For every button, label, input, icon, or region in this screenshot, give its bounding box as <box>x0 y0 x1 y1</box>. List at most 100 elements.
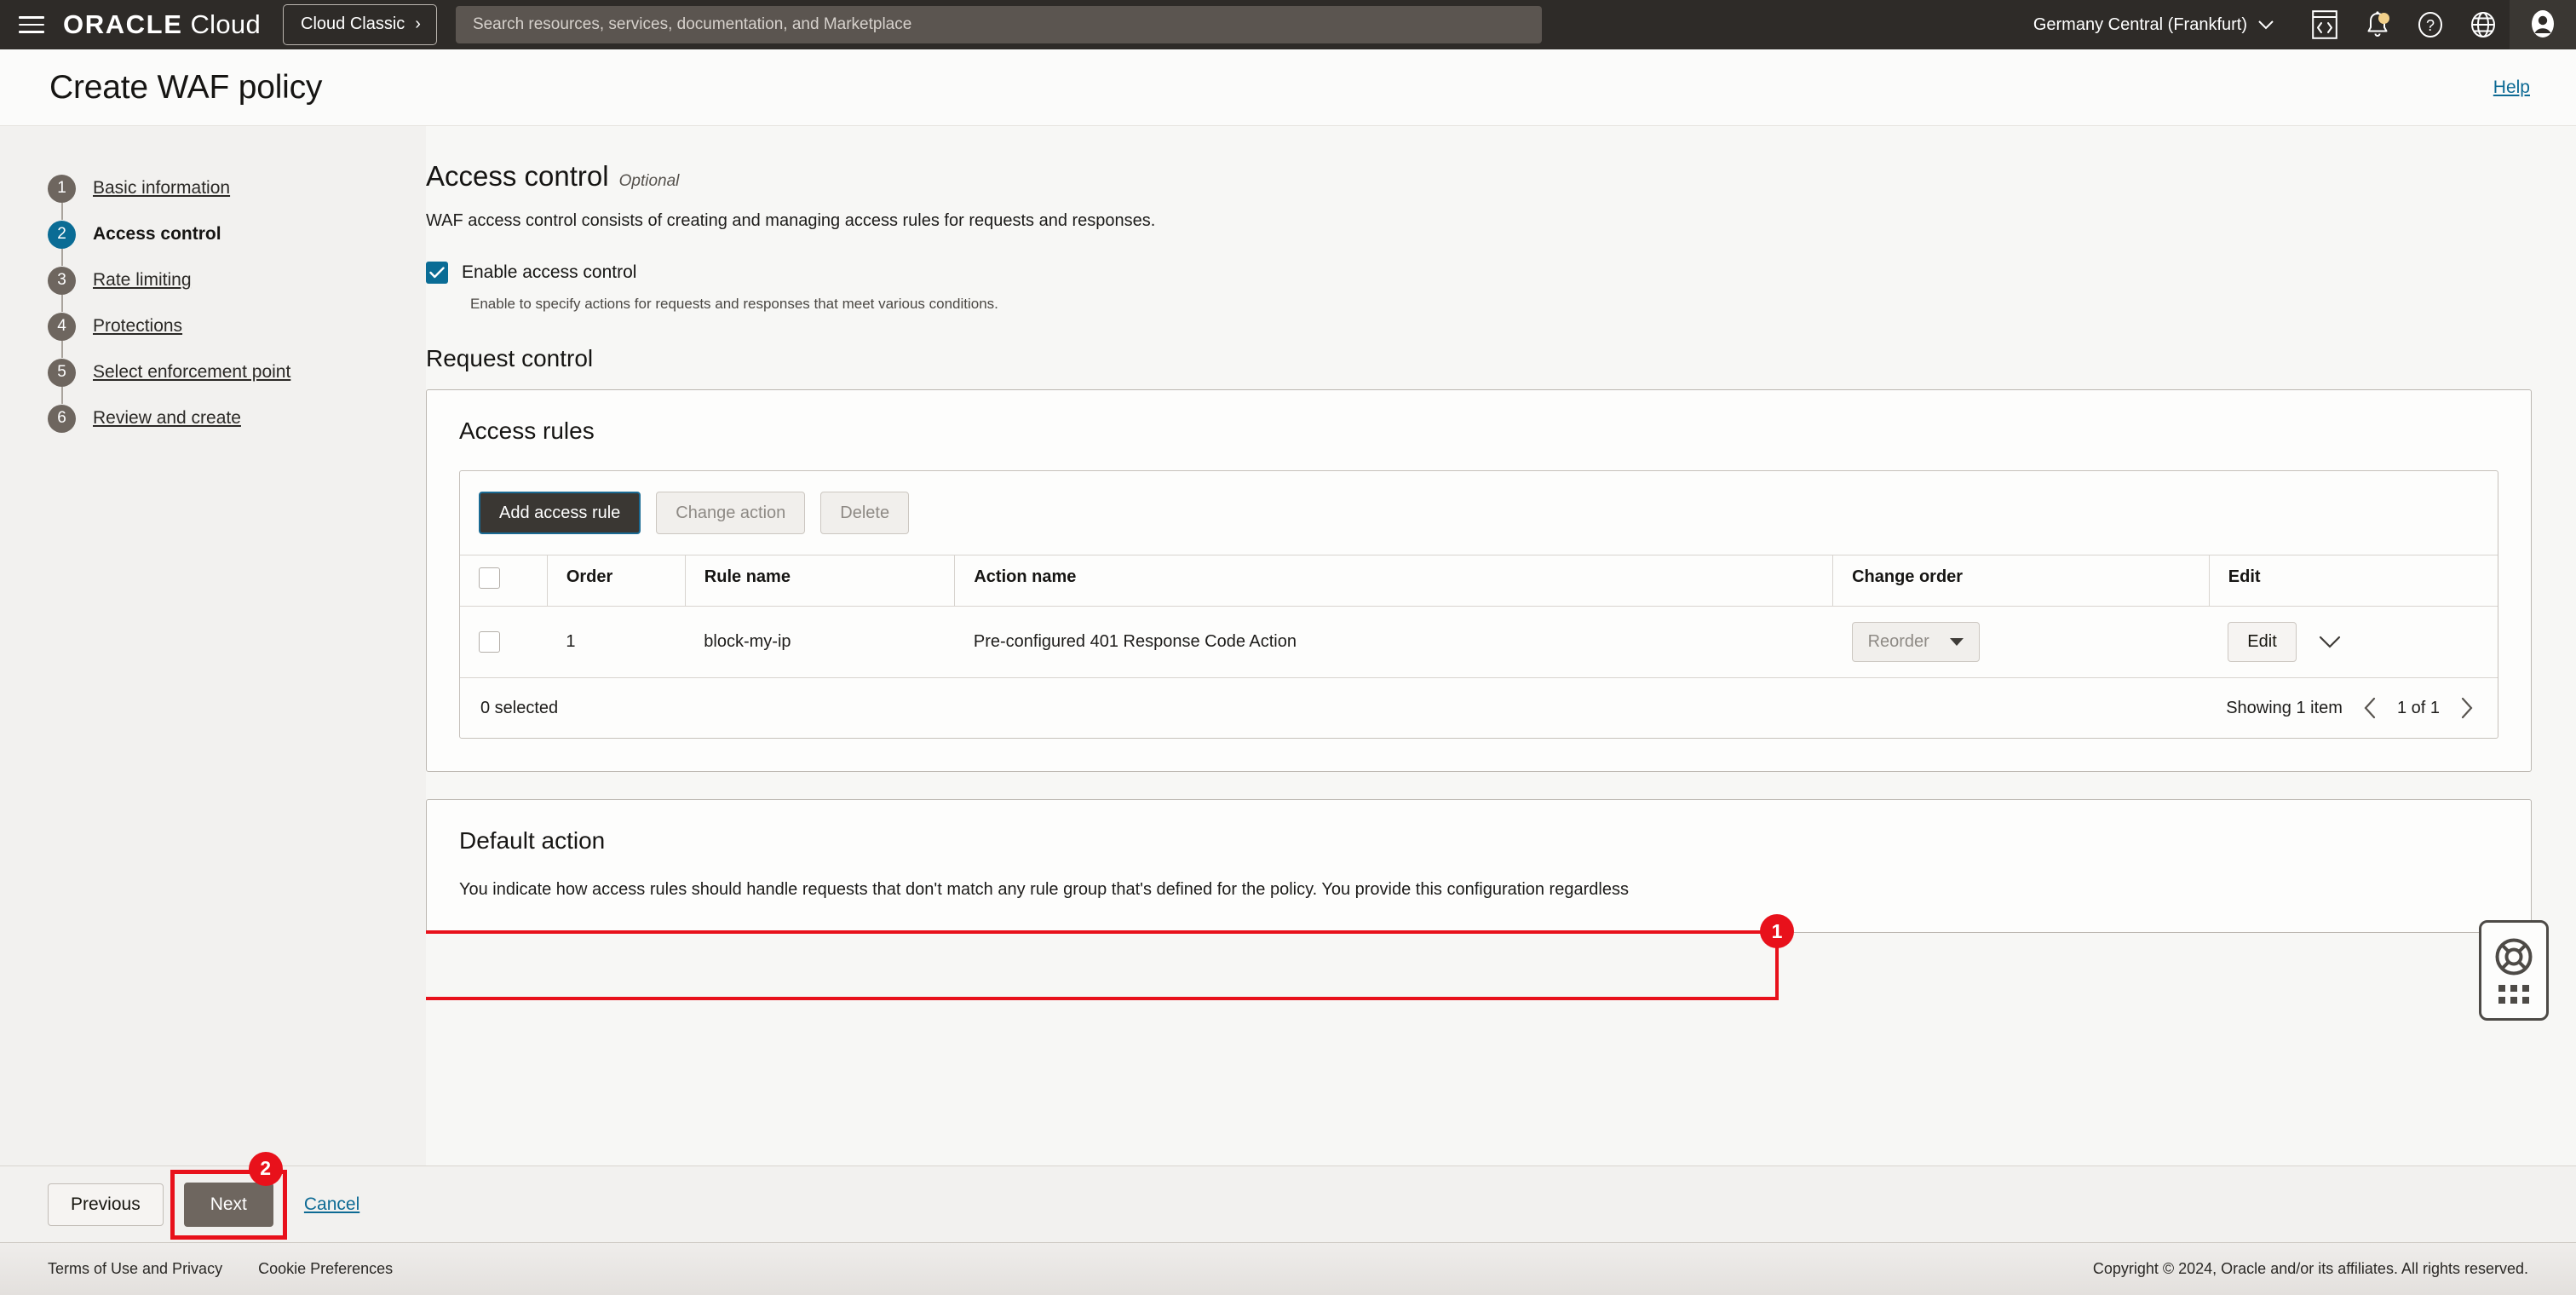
enable-access-control-label: Enable access control <box>462 262 636 283</box>
select-all-checkbox[interactable] <box>479 567 500 589</box>
help-link[interactable]: Help <box>2493 78 2530 98</box>
support-help-widget[interactable] <box>2479 920 2549 1021</box>
access-rules-title: Access rules <box>459 417 2498 445</box>
oracle-wordmark: ORACLE <box>63 9 183 40</box>
cancel-link[interactable]: Cancel <box>304 1194 359 1215</box>
section-title-row: Access control Optional <box>426 160 2532 193</box>
terms-of-use-link[interactable]: Terms of Use and Privacy <box>48 1260 222 1278</box>
add-access-rule-button[interactable]: Add access rule <box>479 492 641 534</box>
change-action-button[interactable]: Change action <box>656 492 805 534</box>
page-indicator: 1 of 1 <box>2397 699 2440 718</box>
global-search[interactable] <box>456 6 1542 43</box>
language-globe-icon[interactable] <box>2457 0 2510 49</box>
step-number: 6 <box>48 405 76 433</box>
sidebar-item-review-and-create[interactable]: 6 Review and create <box>48 395 426 441</box>
wizard-action-bar: Previous Next 2 Cancel <box>0 1166 2576 1242</box>
sidebar-item-access-control[interactable]: 2 Access control <box>48 211 426 257</box>
row-expand-chevron-down-icon[interactable] <box>2319 636 2341 649</box>
annotation-badge-1: 1 <box>1760 914 1794 948</box>
cookie-preferences-link[interactable]: Cookie Preferences <box>258 1260 393 1278</box>
header-right-cluster: Germany Central (Frankfurt) ? <box>2010 0 2576 49</box>
checkmark-icon <box>429 267 445 279</box>
sidebar-item-basic-information[interactable]: 1 Basic information <box>48 165 426 211</box>
row-checkbox[interactable] <box>479 631 500 653</box>
access-rules-table: Order Rule name Action name Change order… <box>460 555 2498 677</box>
delete-button[interactable]: Delete <box>820 492 909 534</box>
column-header-order: Order <box>547 555 685 607</box>
step-label: Rate limiting <box>93 270 192 291</box>
access-rules-toolbar: Add access rule Change action Delete <box>460 471 2498 555</box>
cloud-shell-icon[interactable] <box>2298 0 2351 49</box>
step-number: 2 <box>48 221 76 249</box>
step-number: 4 <box>48 313 76 341</box>
enable-access-control-help: Enable to specify actions for requests a… <box>470 296 2532 313</box>
cell-order: 1 <box>547 607 685 678</box>
row-select-cell <box>460 607 547 678</box>
step-number: 3 <box>48 267 76 295</box>
step-label: Select enforcement point <box>93 362 290 383</box>
table-header-row: Order Rule name Action name Change order… <box>460 555 2498 607</box>
next-button[interactable]: Next <box>184 1183 273 1227</box>
section-title: Access control <box>426 160 609 193</box>
step-label: Basic information <box>93 178 230 199</box>
content-area: 1 Basic information 2 Access control 3 R… <box>0 126 2576 1295</box>
step-number: 5 <box>48 359 76 387</box>
step-label: Review and create <box>93 408 241 429</box>
access-rules-table-footer: 0 selected Showing 1 item 1 of 1 <box>460 677 2498 738</box>
notifications-bell-icon[interactable] <box>2351 0 2404 49</box>
default-action-description: You indicate how access rules should han… <box>459 880 2498 900</box>
table-row[interactable]: 1 block-my-ip Pre-configured 401 Respons… <box>460 607 2498 678</box>
reorder-label: Reorder <box>1868 632 1929 652</box>
page-footer: Terms of Use and Privacy Cookie Preferen… <box>0 1242 2576 1295</box>
default-action-title: Default action <box>459 827 2498 855</box>
enable-access-control-checkbox[interactable] <box>426 262 448 284</box>
column-header-change-order: Change order <box>1833 555 2210 607</box>
global-header: ORACLE Cloud Cloud Classic › Germany Cen… <box>0 0 2576 49</box>
sidebar-item-protections[interactable]: 4 Protections <box>48 303 426 349</box>
region-label: Germany Central (Frankfurt) <box>2033 15 2247 35</box>
copyright-text: Copyright © 2024, Oracle and/or its affi… <box>2093 1260 2528 1278</box>
selected-count: 0 selected <box>480 699 558 718</box>
user-avatar-icon[interactable] <box>2510 0 2576 49</box>
region-selector[interactable]: Germany Central (Frankfurt) <box>2010 15 2298 35</box>
default-action-card: Default action You indicate how access r… <box>426 799 2532 933</box>
drag-handle-dots-icon <box>2498 985 2529 1004</box>
wizard-steps: 1 Basic information 2 Access control 3 R… <box>0 126 426 1295</box>
life-ring-icon <box>2494 937 2533 976</box>
page-title: Create WAF policy <box>49 69 322 106</box>
step-label: Access control <box>93 224 221 245</box>
help-question-icon[interactable]: ? <box>2404 0 2457 49</box>
access-rules-table-container: Add access rule Change action Delete Ord… <box>459 470 2498 739</box>
request-control-heading: Request control <box>426 345 2532 372</box>
annotation-badge-2: 2 <box>249 1152 283 1186</box>
oracle-cloud-logo[interactable]: ORACLE Cloud <box>63 9 261 40</box>
cell-edit: Edit <box>2209 607 2498 678</box>
enable-access-control-row: Enable access control <box>426 262 2532 284</box>
cloud-classic-label: Cloud Classic <box>301 14 405 34</box>
cloud-wordmark: Cloud <box>191 9 262 40</box>
page-header: Create WAF policy Help <box>0 49 2576 126</box>
pagination: Showing 1 item 1 of 1 <box>2226 697 2477 719</box>
next-button-wrapper: Next 2 <box>184 1183 273 1227</box>
reorder-dropdown[interactable]: Reorder <box>1852 622 1980 662</box>
cell-rule-name: block-my-ip <box>685 607 955 678</box>
search-input[interactable] <box>473 15 1525 34</box>
column-header-action-name: Action name <box>955 555 1833 607</box>
annotation-box-row <box>426 930 1779 1000</box>
previous-page-icon[interactable] <box>2360 697 2380 719</box>
step-number: 1 <box>48 175 76 203</box>
chevron-right-icon: › <box>415 14 421 34</box>
svg-text:?: ? <box>2426 17 2435 34</box>
section-description: WAF access control consists of creating … <box>426 211 2532 231</box>
chevron-down-icon <box>2257 20 2274 31</box>
hamburger-menu-icon[interactable] <box>19 10 48 39</box>
caret-down-icon <box>1950 638 1964 646</box>
previous-button[interactable]: Previous <box>48 1183 164 1226</box>
section-optional-tag: Optional <box>619 172 680 191</box>
sidebar-item-select-enforcement-point[interactable]: 5 Select enforcement point <box>48 349 426 395</box>
column-header-rule-name: Rule name <box>685 555 955 607</box>
cloud-classic-button[interactable]: Cloud Classic › <box>283 4 437 45</box>
edit-button[interactable]: Edit <box>2228 622 2296 662</box>
next-page-icon[interactable] <box>2457 697 2477 719</box>
sidebar-item-rate-limiting[interactable]: 3 Rate limiting <box>48 257 426 303</box>
